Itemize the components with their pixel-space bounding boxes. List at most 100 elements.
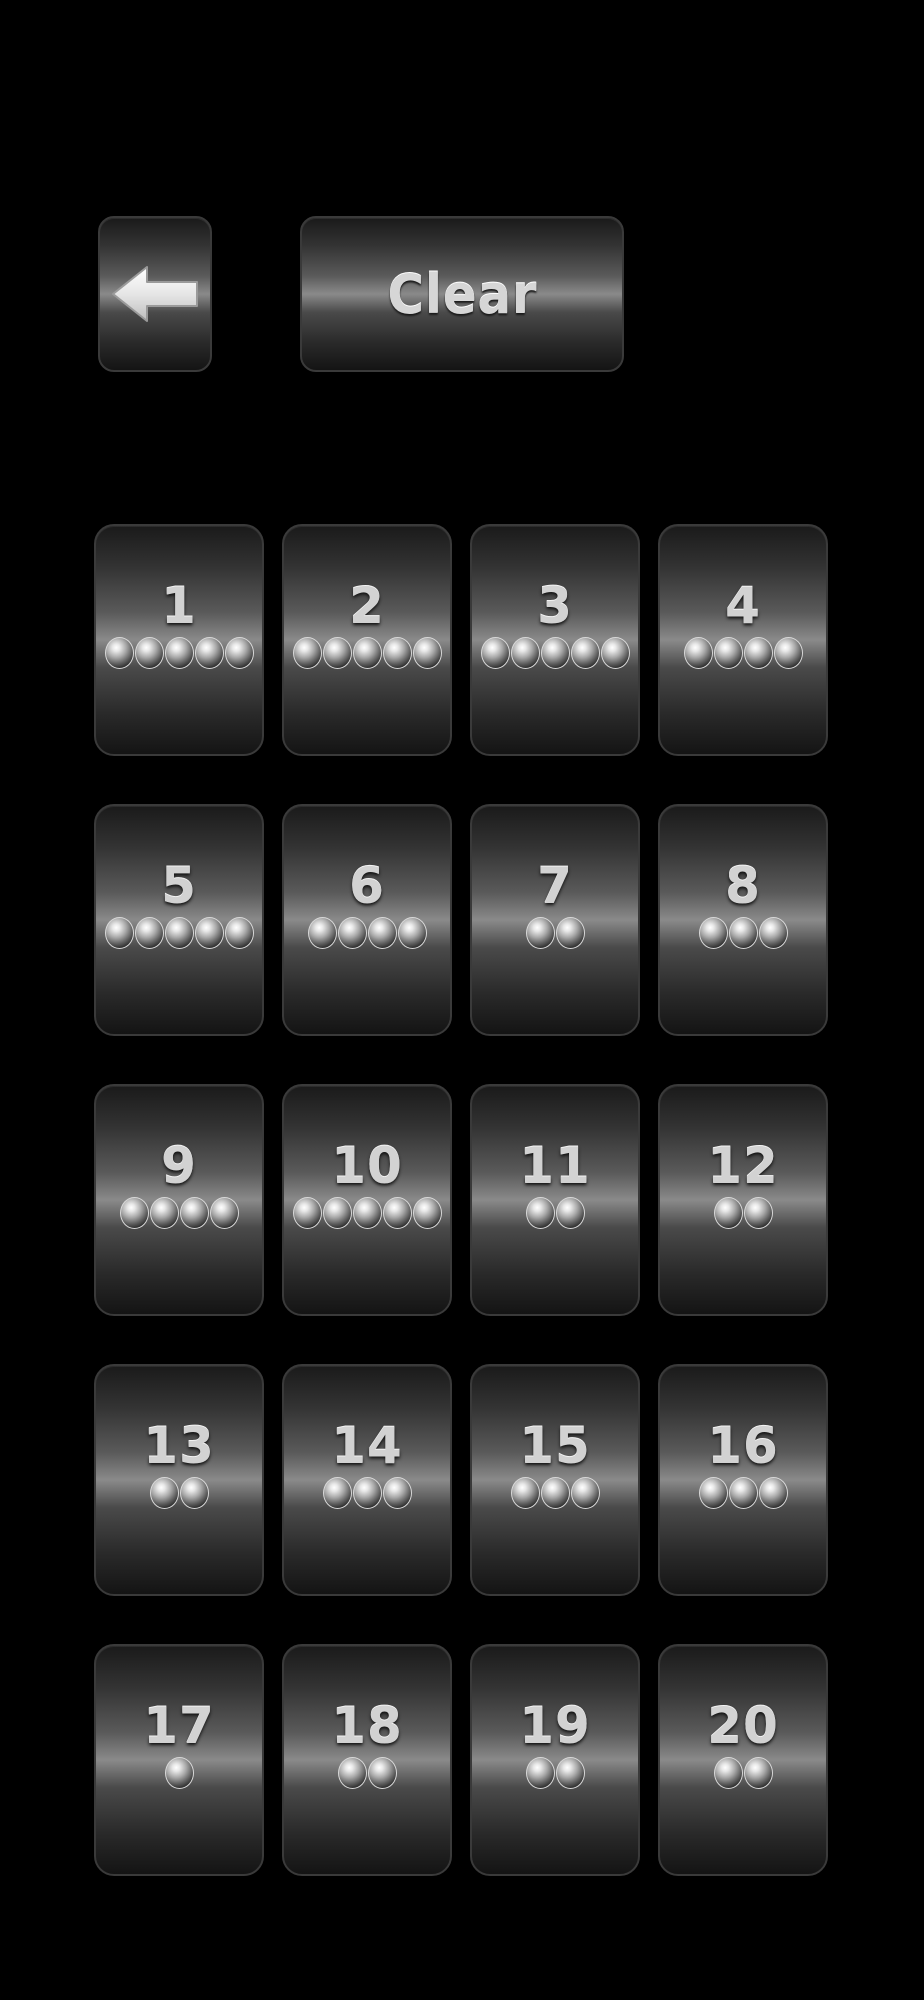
steel-ball-icon: [412, 637, 442, 669]
level-tile[interactable]: 7: [470, 804, 640, 1036]
level-number: 1: [161, 577, 197, 635]
steel-ball-icon: [743, 1757, 773, 1789]
steel-ball-icon: [540, 637, 570, 669]
steel-ball-icon: [104, 637, 134, 669]
level-number: 4: [725, 577, 761, 635]
clear-button[interactable]: Clear: [300, 216, 624, 372]
level-tile[interactable]: 10: [282, 1084, 452, 1316]
steel-ball-icon: [119, 1197, 149, 1229]
steel-ball-icon: [322, 1477, 352, 1509]
ball-rating: [683, 636, 803, 670]
steel-ball-icon: [292, 637, 322, 669]
level-tile[interactable]: 17: [94, 1644, 264, 1876]
level-number: 5: [161, 857, 197, 915]
level-tile[interactable]: 15: [470, 1364, 640, 1596]
steel-ball-icon: [397, 917, 427, 949]
level-tile[interactable]: 3: [470, 524, 640, 756]
steel-ball-icon: [570, 637, 600, 669]
steel-ball-icon: [713, 637, 743, 669]
steel-ball-icon: [510, 1477, 540, 1509]
steel-ball-icon: [179, 1477, 209, 1509]
steel-ball-icon: [104, 917, 134, 949]
level-number: 6: [349, 857, 385, 915]
level-tile[interactable]: 12: [658, 1084, 828, 1316]
steel-ball-icon: [713, 1757, 743, 1789]
steel-ball-icon: [412, 1197, 442, 1229]
back-button[interactable]: [98, 216, 212, 372]
left-arrow-icon: [109, 263, 201, 325]
level-tile[interactable]: 2: [282, 524, 452, 756]
level-number: 12: [707, 1137, 779, 1195]
steel-ball-icon: [382, 1477, 412, 1509]
steel-ball-icon: [134, 917, 164, 949]
ball-rating: [149, 1476, 209, 1510]
ball-rating: [698, 916, 788, 950]
steel-ball-icon: [149, 1197, 179, 1229]
level-number: 15: [519, 1417, 591, 1475]
steel-ball-icon: [337, 1757, 367, 1789]
steel-ball-icon: [224, 917, 254, 949]
ball-rating: [104, 916, 254, 950]
level-tile[interactable]: 8: [658, 804, 828, 1036]
ball-rating: [119, 1196, 239, 1230]
steel-ball-icon: [698, 1477, 728, 1509]
steel-ball-icon: [307, 917, 337, 949]
ball-rating: [307, 916, 427, 950]
ball-rating: [480, 636, 630, 670]
steel-ball-icon: [555, 1757, 585, 1789]
ball-rating: [525, 916, 585, 950]
ball-rating: [322, 1476, 412, 1510]
steel-ball-icon: [525, 917, 555, 949]
level-tile[interactable]: 18: [282, 1644, 452, 1876]
level-tile[interactable]: 1: [94, 524, 264, 756]
steel-ball-icon: [134, 637, 164, 669]
level-number: 13: [143, 1417, 215, 1475]
level-number: 17: [143, 1697, 215, 1755]
steel-ball-icon: [525, 1757, 555, 1789]
level-number: 19: [519, 1697, 591, 1755]
steel-ball-icon: [224, 637, 254, 669]
level-tile[interactable]: 20: [658, 1644, 828, 1876]
ball-rating: [698, 1476, 788, 1510]
level-tile[interactable]: 9: [94, 1084, 264, 1316]
ball-rating: [292, 1196, 442, 1230]
steel-ball-icon: [743, 1197, 773, 1229]
ball-rating: [713, 1756, 773, 1790]
level-number: 14: [331, 1417, 403, 1475]
ball-rating: [104, 636, 254, 670]
level-number: 8: [725, 857, 761, 915]
ball-rating: [337, 1756, 397, 1790]
steel-ball-icon: [367, 1757, 397, 1789]
steel-ball-icon: [292, 1197, 322, 1229]
steel-ball-icon: [179, 1197, 209, 1229]
level-tile[interactable]: 14: [282, 1364, 452, 1596]
steel-ball-icon: [352, 1197, 382, 1229]
steel-ball-icon: [367, 917, 397, 949]
level-tile[interactable]: 19: [470, 1644, 640, 1876]
steel-ball-icon: [322, 637, 352, 669]
level-tile[interactable]: 4: [658, 524, 828, 756]
level-number: 3: [537, 577, 573, 635]
steel-ball-icon: [600, 637, 630, 669]
level-tile[interactable]: 5: [94, 804, 264, 1036]
steel-ball-icon: [540, 1477, 570, 1509]
steel-ball-icon: [728, 1477, 758, 1509]
level-tile[interactable]: 11: [470, 1084, 640, 1316]
level-tile[interactable]: 6: [282, 804, 452, 1036]
clear-button-label: Clear: [387, 262, 537, 326]
level-number: 20: [707, 1697, 779, 1755]
steel-ball-icon: [164, 1757, 194, 1789]
steel-ball-icon: [698, 917, 728, 949]
ball-rating: [525, 1756, 585, 1790]
steel-ball-icon: [683, 637, 713, 669]
steel-ball-icon: [758, 917, 788, 949]
steel-ball-icon: [382, 637, 412, 669]
steel-ball-icon: [728, 917, 758, 949]
level-tile[interactable]: 13: [94, 1364, 264, 1596]
steel-ball-icon: [194, 917, 224, 949]
steel-ball-icon: [480, 637, 510, 669]
steel-ball-icon: [525, 1197, 555, 1229]
level-tile[interactable]: 16: [658, 1364, 828, 1596]
level-number: 11: [519, 1137, 591, 1195]
steel-ball-icon: [337, 917, 367, 949]
